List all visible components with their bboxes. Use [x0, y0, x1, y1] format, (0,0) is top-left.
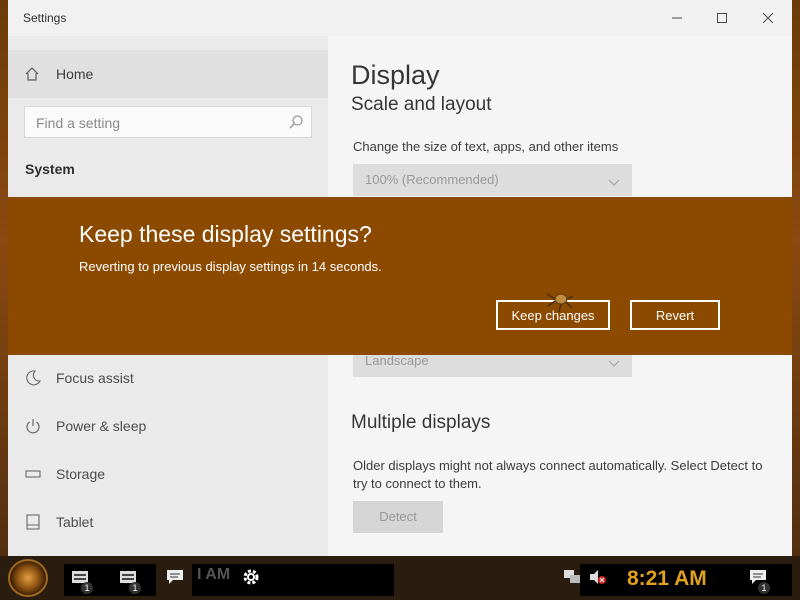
notification-badge: 1 [758, 582, 770, 594]
message-icon[interactable] [166, 568, 184, 591]
clock[interactable]: 8:21 AM [627, 567, 707, 591]
volume-muted-icon[interactable] [588, 568, 608, 591]
keep-display-settings-dialog: Keep these display settings? Reverting t… [8, 197, 792, 355]
dialog-title: Keep these display settings? [79, 221, 372, 247]
notification-badge: 1 [81, 582, 93, 594]
revert-button[interactable]: Revert [630, 300, 720, 330]
dialog-message: Reverting to previous display settings i… [79, 259, 382, 274]
start-button[interactable] [8, 559, 48, 597]
mouse-cursor-icon [544, 290, 574, 319]
faded-taskbar-text: I AM [197, 566, 231, 583]
gear-icon[interactable] [241, 567, 261, 592]
notification-badge: 1 [129, 582, 141, 594]
network-icon[interactable] [563, 568, 581, 591]
taskbar: 1 1 I AM 8:21 AM 1 [0, 556, 800, 600]
